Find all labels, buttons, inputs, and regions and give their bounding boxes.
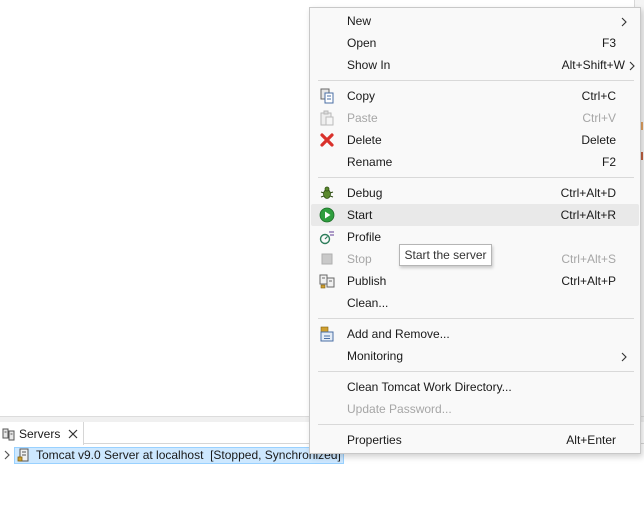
menu-item-clean[interactable]: Clean... [311, 292, 639, 314]
menu-item-publish[interactable]: Publish Ctrl+Alt+P [311, 270, 639, 292]
server-tree-row[interactable]: Tomcat v9.0 Server at localhost [Stopped… [0, 446, 360, 464]
menu-separator [318, 424, 634, 425]
menu-item-label: Stop [347, 252, 372, 266]
menu-item-update-password: Update Password... [311, 398, 639, 420]
context-menu: New Open F3 Show In Alt+Shift+W Copy Ctr… [309, 7, 641, 454]
menu-item-label: Start [347, 208, 373, 222]
stop-icon [319, 251, 335, 267]
menu-item-label: Clean... [347, 296, 389, 310]
menu-item-label: Copy [347, 89, 376, 103]
menu-item-label: Paste [347, 111, 378, 125]
add-remove-icon [319, 326, 335, 342]
start-icon [319, 207, 335, 223]
menu-item-shortcut: Ctrl+C [581, 89, 616, 103]
publish-icon [319, 273, 335, 289]
profile-icon [319, 229, 335, 245]
menu-item-open[interactable]: Open F3 [311, 32, 639, 54]
menu-item-label: Publish [347, 274, 387, 288]
menu-item-label: Update Password... [347, 402, 452, 416]
tab-servers[interactable]: Servers [0, 422, 84, 445]
menu-item-label: Profile [347, 230, 382, 244]
menu-item-delete[interactable]: Delete Delete [311, 129, 639, 151]
menu-item-add-and-remove[interactable]: Add and Remove... [311, 323, 639, 345]
chevron-right-icon [620, 16, 628, 27]
menu-item-label: New [347, 14, 372, 28]
menu-item-shortcut: F2 [601, 155, 616, 169]
menu-item-label: Add and Remove... [347, 327, 450, 341]
menu-item-show-in[interactable]: Show In Alt+Shift+W [311, 54, 639, 76]
paste-icon [319, 110, 335, 126]
menu-item-shortcut: Ctrl+Alt+S [561, 252, 616, 266]
chevron-right-icon[interactable] [1, 449, 13, 461]
menu-item-shortcut: Ctrl+V [582, 111, 616, 125]
menu-item-properties[interactable]: Properties Alt+Enter [311, 429, 639, 451]
menu-item-start[interactable]: Start Ctrl+Alt+R [311, 204, 639, 226]
menu-item-shortcut: Ctrl+Alt+R [560, 208, 616, 222]
menu-item-new[interactable]: New [311, 10, 639, 32]
menu-item-label: Monitoring [347, 349, 404, 363]
menu-separator [318, 80, 634, 81]
menu-item-label: Clean Tomcat Work Directory... [347, 380, 512, 394]
chevron-right-icon [620, 351, 628, 362]
debug-icon [319, 185, 335, 201]
menu-item-label: Delete [347, 133, 382, 147]
chevron-right-icon [628, 60, 636, 71]
menu-item-label: Open [347, 36, 377, 50]
server-icon [17, 448, 31, 462]
server-node[interactable]: Tomcat v9.0 Server at localhost [Stopped… [14, 446, 344, 464]
menu-item-shortcut: Alt+Enter [566, 433, 616, 447]
tooltip: Start the server [399, 244, 492, 266]
menu-item-debug[interactable]: Debug Ctrl+Alt+D [311, 182, 639, 204]
server-label: Tomcat v9.0 Server at localhost [Stopped… [36, 448, 341, 462]
close-icon[interactable] [67, 428, 79, 440]
menu-item-label: Debug [347, 186, 383, 200]
menu-item-label: Rename [347, 155, 393, 169]
menu-item-shortcut: Alt+Shift+W [561, 58, 625, 72]
servers-icon [2, 427, 16, 441]
tab-servers-label: Servers [19, 426, 61, 441]
menu-item-shortcut: F3 [601, 36, 616, 50]
copy-icon [319, 88, 335, 104]
menu-item-label: Properties [347, 433, 402, 447]
menu-item-label: Show In [347, 58, 391, 72]
menu-separator [318, 177, 634, 178]
menu-item-copy[interactable]: Copy Ctrl+C [311, 85, 639, 107]
menu-item-shortcut: Delete [581, 133, 616, 147]
menu-item-shortcut: Ctrl+Alt+P [561, 274, 616, 288]
menu-item-monitoring[interactable]: Monitoring [311, 345, 639, 367]
menu-item-rename[interactable]: Rename F2 [311, 151, 639, 173]
menu-item-shortcut: Ctrl+Alt+D [560, 186, 616, 200]
menu-item-paste: Paste Ctrl+V [311, 107, 639, 129]
menu-item-clean-work-directory[interactable]: Clean Tomcat Work Directory... [311, 376, 639, 398]
menu-separator [318, 318, 634, 319]
delete-icon [319, 132, 335, 148]
menu-separator [318, 371, 634, 372]
